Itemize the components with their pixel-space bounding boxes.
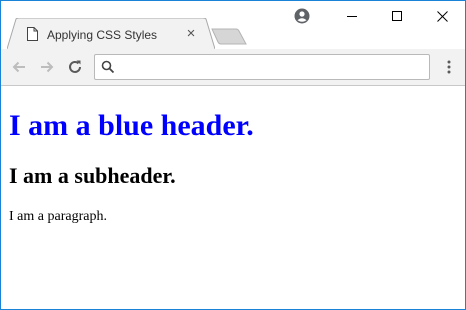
minimize-icon xyxy=(347,16,357,17)
reload-icon xyxy=(69,60,81,73)
profile-icon[interactable] xyxy=(294,8,310,24)
title-bar: Applying CSS Styles × xyxy=(1,1,465,49)
close-icon xyxy=(436,10,448,22)
maximize-button[interactable] xyxy=(374,1,420,31)
page-heading: I am a blue header. xyxy=(9,109,254,142)
page-content: I am a blue header. I am a subheader. I … xyxy=(1,87,465,309)
close-window-button[interactable] xyxy=(419,1,465,31)
menu-button[interactable] xyxy=(441,57,457,77)
page-subheading: I am a subheader. xyxy=(9,163,176,188)
tab-close-icon[interactable]: × xyxy=(183,26,199,42)
tab-title: Applying CSS Styles xyxy=(47,28,158,42)
page-paragraph: I am a paragraph. xyxy=(9,209,107,224)
forward-arrow-icon xyxy=(41,61,54,73)
forward-button[interactable] xyxy=(37,57,57,77)
address-bar[interactable] xyxy=(94,54,430,80)
back-arrow-icon xyxy=(12,61,25,73)
back-button[interactable] xyxy=(9,57,29,77)
new-tab-icon[interactable] xyxy=(211,28,247,45)
browser-window: Applying CSS Styles × I am a blue header… xyxy=(0,0,466,310)
page-icon xyxy=(27,27,38,41)
minimize-button[interactable] xyxy=(329,1,375,31)
kebab-menu-icon xyxy=(447,60,451,74)
reload-button[interactable] xyxy=(65,57,85,77)
address-input[interactable] xyxy=(121,58,421,76)
browser-toolbar xyxy=(1,49,465,86)
search-icon xyxy=(101,60,115,74)
maximize-icon xyxy=(392,11,402,21)
